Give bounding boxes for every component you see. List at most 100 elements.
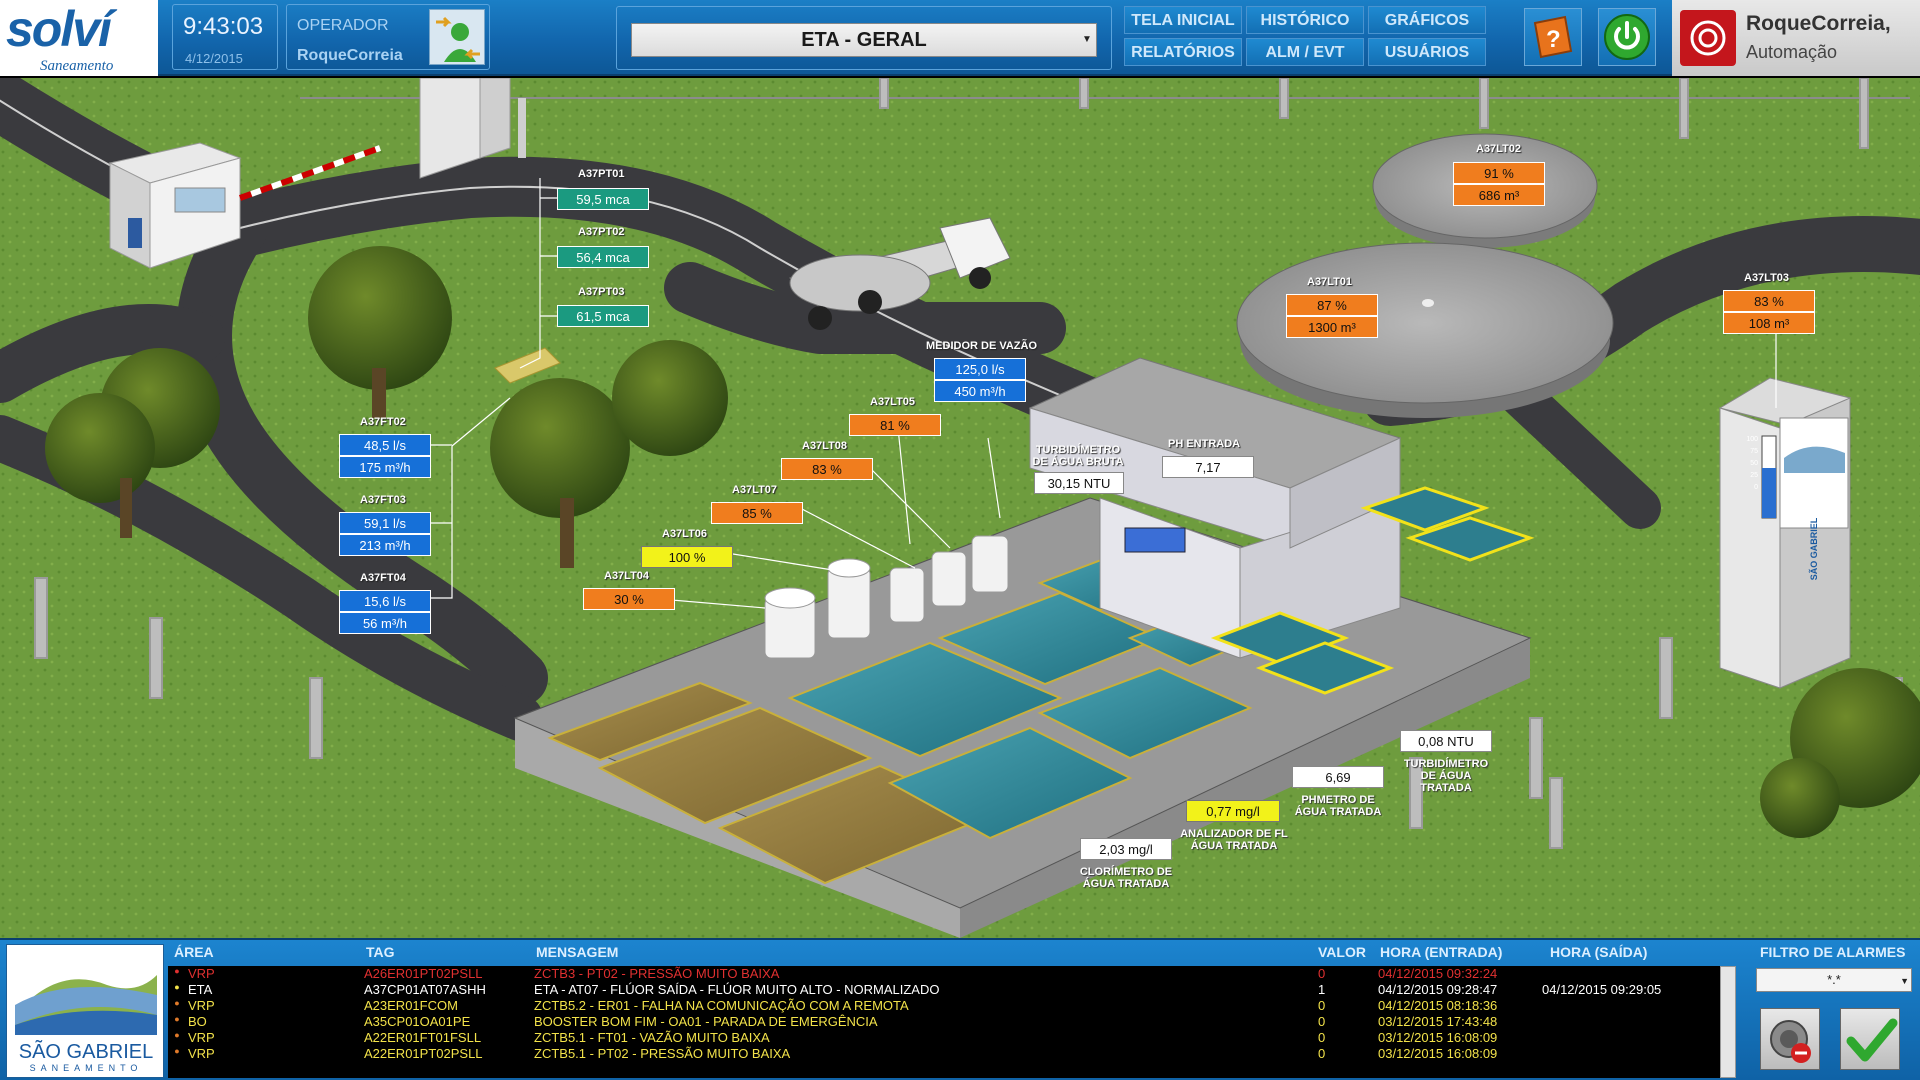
landscape-icon <box>15 975 157 1035</box>
alarm-cell-tag: A23ER01FCOM <box>364 998 458 1013</box>
ft02-volume[interactable]: 175 m³/h <box>339 456 431 478</box>
top-bar: solví Saneamento 9:43:03 4/12/2015 OPERA… <box>0 0 1920 76</box>
acknowledge-button[interactable] <box>1840 1008 1900 1070</box>
medidor-volume[interactable]: 450 m³/h <box>934 380 1026 402</box>
ph-tratada-value[interactable]: 6,69 <box>1292 766 1384 788</box>
alarm-cell-tag: A22ER01PT02PSLL <box>364 1046 483 1061</box>
silence-siren-icon <box>1770 1020 1811 1063</box>
alarm-cell-entrada: 04/12/2015 09:28:47 <box>1378 982 1498 997</box>
operator-panel: OPERADOR RoqueCorreia <box>286 4 490 70</box>
turb-bruta-value[interactable]: 30,15 NTU <box>1034 472 1124 494</box>
alarm-row[interactable]: ● BO A35CP01OA01PE BOOSTER BOM FIM - OA01 -… <box>168 1014 1728 1030</box>
alarm-row[interactable]: ● VRP A22ER01PT02PSLL ZCTB5.1 - PT02 - PRES… <box>168 1046 1728 1062</box>
fluor-label: ANALIZADOR DE FL ÁGUA TRATADA <box>1180 828 1288 852</box>
lt03-percent[interactable]: 83 % <box>1723 290 1815 312</box>
lt01-percent[interactable]: 87 % <box>1286 294 1378 316</box>
lt07-percent[interactable]: 85 % <box>711 502 803 524</box>
ft04-volume[interactable]: 56 m³/h <box>339 612 431 634</box>
lt01-volume[interactable]: 1300 m³ <box>1286 316 1378 338</box>
pt02-value[interactable]: 56,4 mca <box>557 246 649 268</box>
lt06-percent[interactable]: 100 % <box>641 546 733 568</box>
logo-sub: SANEAMENTO <box>29 1063 143 1073</box>
col-mensagem[interactable]: MENSAGEM <box>536 944 618 960</box>
alarm-cell-tag: A22ER01FT01FSLL <box>364 1030 482 1045</box>
alarm-row[interactable]: ● VRP A26ER01PT02PSLL ZCTB3 - PT02 - PRESSÃ… <box>168 966 1728 982</box>
lt02-percent[interactable]: 91 % <box>1453 162 1545 184</box>
screen-select[interactable]: ETA - GERAL ▼ <box>631 23 1097 57</box>
screen-selector-panel: ETA - GERAL ▼ <box>616 6 1112 70</box>
nav-usuarios[interactable]: USUÁRIOS <box>1368 38 1486 66</box>
brand-logo-icon <box>1680 10 1736 66</box>
lt08-percent[interactable]: 83 % <box>781 458 873 480</box>
lt04-tag: A37LT04 <box>604 570 650 582</box>
logo-subtitle: Saneamento <box>40 58 114 74</box>
lt03-volume[interactable]: 108 m³ <box>1723 312 1815 334</box>
cloro-value[interactable]: 2,03 mg/l <box>1080 838 1172 860</box>
col-hora-saida[interactable]: HORA (SAÍDA) <box>1550 944 1647 960</box>
gauge-tick: 0 <box>1754 484 1758 491</box>
col-tag[interactable]: TAG <box>366 944 395 960</box>
nav-buttons: TELA INICIAL HISTÓRICO GRÁFICOS RELATÓRI… <box>1124 6 1490 70</box>
scada-screen: solví Saneamento 9:43:03 4/12/2015 OPERA… <box>0 0 1920 1080</box>
ph-entrada-value[interactable]: 7,17 <box>1162 456 1254 478</box>
alarm-table: ● VRP A26ER01PT02PSLL ZCTB3 - PT02 - PRESSÃ… <box>168 966 1728 1078</box>
pt01-value[interactable]: 59,5 mca <box>557 188 649 210</box>
alarm-row[interactable]: ● VRP A22ER01FT01FSLL ZCTB5.1 - FT01 - VAZÃ… <box>168 1030 1728 1046</box>
silence-alarm-button[interactable] <box>1760 1008 1820 1070</box>
nav-relatorios[interactable]: RELATÓRIOS <box>1124 38 1242 66</box>
check-icon <box>1846 1018 1898 1062</box>
switch-user-icon[interactable] <box>429 9 485 65</box>
lt05-percent[interactable]: 81 % <box>849 414 941 436</box>
chevron-down-icon[interactable]: ▼ <box>1080 28 1094 52</box>
nav-historico[interactable]: HISTÓRICO <box>1246 6 1364 34</box>
turb-bruta-label: TURBIDÍMETRO DE ÁGUA BRUTA <box>1032 444 1124 468</box>
alarm-cell-entrada: 04/12/2015 08:18:36 <box>1378 998 1498 1013</box>
ft03-volume[interactable]: 213 m³/h <box>339 534 431 556</box>
alarm-row[interactable]: ● VRP A23ER01FCOM ZCTB5.2 - ER01 - FALHA NA… <box>168 998 1728 1014</box>
col-valor[interactable]: VALOR <box>1318 944 1366 960</box>
nav-tela-inicial[interactable]: TELA INICIAL <box>1124 6 1242 34</box>
turb-tratada-value[interactable]: 0,08 NTU <box>1400 730 1492 752</box>
nav-graficos[interactable]: GRÁFICOS <box>1368 6 1486 34</box>
power-button[interactable] <box>1598 8 1656 66</box>
chevron-down-icon[interactable]: ▼ <box>1900 971 1909 991</box>
help-button[interactable]: ? <box>1524 8 1582 66</box>
alarm-status-icon: ● <box>174 998 180 1008</box>
ph-entrada-label: PH ENTRADA <box>1168 438 1241 450</box>
pt01-tag: A37PT01 <box>578 168 625 180</box>
alarm-cell-valor: 1 <box>1318 982 1326 997</box>
alarm-scrollbar[interactable] <box>1720 966 1736 1078</box>
medidor-flow[interactable]: 125,0 l/s <box>934 358 1026 380</box>
alarm-cell-msg: ZCTB5.1 - PT02 - PRESSÃO MUITO BAIXA <box>534 1046 791 1061</box>
alarm-cell-tag: A35CP01OA01PE <box>364 1014 471 1029</box>
alarm-status-icon: ● <box>174 1014 180 1024</box>
ft02-flow[interactable]: 48,5 l/s <box>339 434 431 456</box>
pt03-value[interactable]: 61,5 mca <box>557 305 649 327</box>
alarm-cell-entrada: 03/12/2015 16:08:09 <box>1378 1030 1498 1045</box>
lt02-volume[interactable]: 686 m³ <box>1453 184 1545 206</box>
alarm-cell-valor: 0 <box>1318 998 1326 1013</box>
fluor-value[interactable]: 0,77 mg/l <box>1186 800 1280 822</box>
alarm-row[interactable]: ● ETA A37CP01AT07ASHH ETA - AT07 - FLÚOR SA… <box>168 982 1728 998</box>
svg-text:?: ? <box>1546 26 1561 53</box>
filter-select[interactable]: *.* ▼ <box>1756 968 1912 992</box>
sign-gauge-scale: 100 75 50 25 0 <box>1744 434 1758 494</box>
col-hora-entrada[interactable]: HORA (ENTRADA) <box>1380 944 1502 960</box>
ft03-tag: A37FT03 <box>360 494 406 506</box>
col-area[interactable]: ÁREA <box>174 944 214 960</box>
gauge-tick: 50 <box>1750 460 1758 467</box>
lt04-percent[interactable]: 30 % <box>583 588 675 610</box>
alarm-cell-tag: A26ER01PT02PSLL <box>364 966 483 981</box>
lt08-tag: A37LT08 <box>802 440 848 452</box>
ft04-flow[interactable]: 15,6 l/s <box>339 590 431 612</box>
gauge-tick: 100 <box>1746 436 1758 443</box>
ft03-flow[interactable]: 59,1 l/s <box>339 512 431 534</box>
brand-name: RoqueCorreia, <box>1746 12 1891 35</box>
alarm-cell-entrada: 04/12/2015 09:32:24 <box>1378 966 1498 981</box>
alarm-cell-msg: BOOSTER BOM FIM - OA01 - PARADA DE EMERG… <box>534 1014 878 1029</box>
alarm-status-icon: ● <box>174 1046 180 1056</box>
pt02-tag: A37PT02 <box>578 226 625 238</box>
sao-gabriel-logo: SÃO GABRIEL SANEAMENTO <box>6 944 164 1078</box>
alarm-cell-valor: 0 <box>1318 1014 1326 1029</box>
nav-alm-evt[interactable]: ALM / EVT <box>1246 38 1364 66</box>
